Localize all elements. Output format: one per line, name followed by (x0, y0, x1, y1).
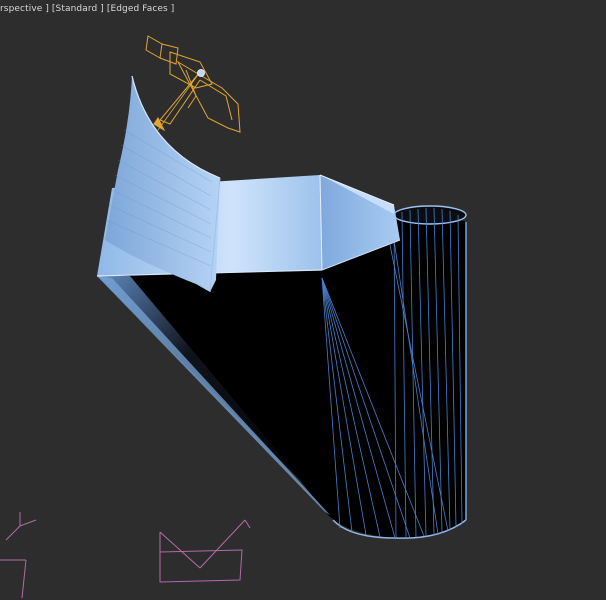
axis-tripod-icon (0, 512, 37, 599)
duct-mesh[interactable] (96, 75, 467, 539)
grid-helper-icon[interactable] (159, 519, 251, 583)
perspective-viewport[interactable]: rspective ] [Standard ] [Edged Faces ] (0, 0, 606, 600)
cylinder-top-rim (393, 205, 467, 225)
scene-canvas[interactable] (0, 0, 606, 600)
spotlight-gizmo-icon[interactable] (145, 35, 241, 133)
